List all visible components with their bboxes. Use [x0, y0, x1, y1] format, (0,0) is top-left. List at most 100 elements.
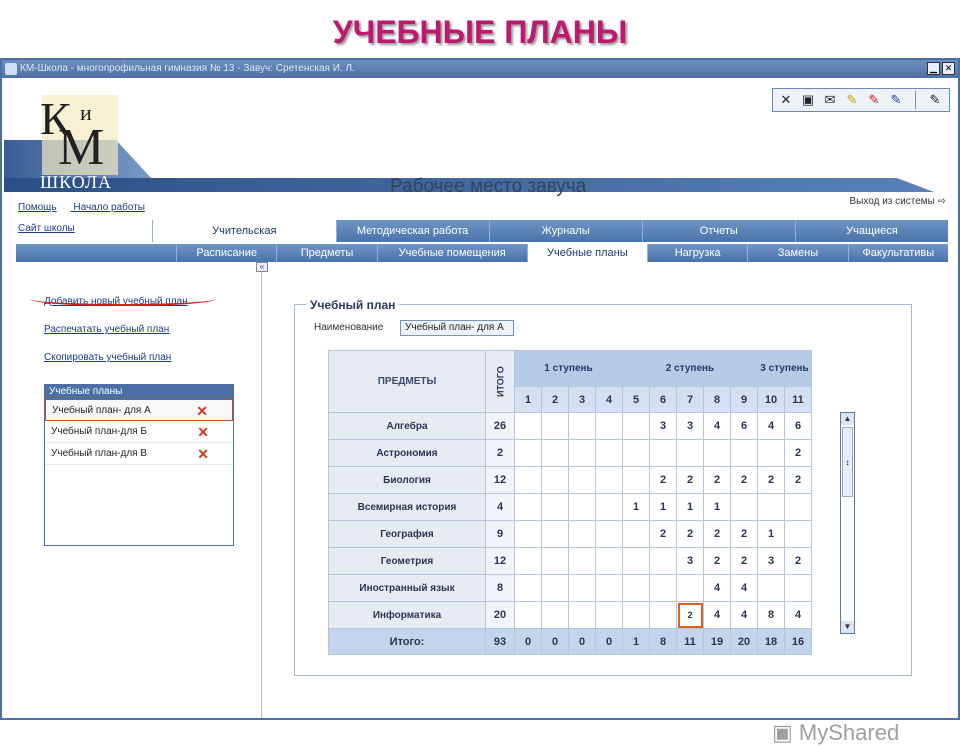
hours-cell[interactable]: 4	[757, 412, 785, 440]
hours-cell[interactable]	[757, 574, 785, 602]
hours-cell[interactable]	[595, 439, 623, 467]
table-scrollbar[interactable]: ▲ ↕ ▼	[840, 412, 855, 634]
hours-cell[interactable]	[595, 520, 623, 548]
hours-cell[interactable]: 1	[703, 493, 731, 521]
hours-cell[interactable]: 1	[649, 493, 677, 521]
hours-cell[interactable]: 1	[676, 493, 704, 521]
hours-cell[interactable]	[622, 547, 650, 575]
hours-cell[interactable]	[514, 466, 542, 494]
scroll-down-icon[interactable]: ▼	[841, 621, 854, 633]
hours-cell[interactable]	[541, 547, 569, 575]
hours-cell[interactable]	[784, 493, 812, 521]
hours-cell[interactable]	[622, 412, 650, 440]
pen-yellow-icon[interactable]: ✎	[843, 92, 861, 108]
print-plan-link[interactable]: Распечатать учебный план	[44, 324, 169, 335]
site-link[interactable]: Сайт школы	[18, 223, 75, 234]
hours-cell[interactable]	[568, 412, 596, 440]
hours-cell[interactable]: 2	[784, 466, 812, 494]
hours-cell[interactable]	[514, 493, 542, 521]
hours-cell[interactable]	[622, 520, 650, 548]
hours-cell[interactable]: 2	[730, 547, 758, 575]
hours-cell[interactable]: 4	[730, 601, 758, 629]
close-button[interactable]: ✕	[942, 62, 955, 75]
subtab-electives[interactable]: Факультативы	[847, 244, 948, 262]
hours-cell[interactable]	[541, 493, 569, 521]
hours-cell[interactable]	[514, 547, 542, 575]
tab-journals[interactable]: Журналы	[488, 220, 642, 242]
tab-students[interactable]: Учащиеся	[794, 220, 948, 242]
hours-cell[interactable]	[541, 412, 569, 440]
minimize-button[interactable]: ▁	[927, 62, 940, 75]
collapse-panel-button[interactable]: «	[256, 262, 268, 272]
hours-cell[interactable]: 2	[649, 520, 677, 548]
hours-cell[interactable]	[595, 547, 623, 575]
hours-cell[interactable]	[595, 574, 623, 602]
hours-cell[interactable]: 1	[622, 493, 650, 521]
subtab-schedule[interactable]: Расписание	[176, 244, 276, 262]
mail-icon[interactable]: ✉	[821, 92, 839, 108]
hours-cell[interactable]	[568, 547, 596, 575]
help-link[interactable]: Помощь	[18, 202, 57, 213]
hours-cell[interactable]: 4	[703, 412, 731, 440]
hours-cell[interactable]	[595, 412, 623, 440]
pen-blue-icon[interactable]: ✎	[887, 92, 905, 108]
hours-cell[interactable]: 4	[703, 601, 731, 629]
hours-cell[interactable]: 3	[649, 412, 677, 440]
hours-cell[interactable]: 4	[784, 601, 812, 629]
hours-cell[interactable]: 4	[730, 574, 758, 602]
tab-methodology[interactable]: Методическая работа	[335, 220, 489, 242]
hours-cell[interactable]	[568, 466, 596, 494]
subtab-load[interactable]: Нагрузка	[646, 244, 747, 262]
hours-cell[interactable]: 2	[784, 547, 812, 575]
hours-cell[interactable]	[595, 601, 623, 629]
hours-cell[interactable]: 2	[730, 466, 758, 494]
hours-cell[interactable]	[568, 439, 596, 467]
hours-cell[interactable]	[622, 466, 650, 494]
tab-reports[interactable]: Отчеты	[641, 220, 795, 242]
hours-cell[interactable]: 2	[784, 439, 812, 467]
hours-cell[interactable]: 2	[757, 466, 785, 494]
scroll-up-icon[interactable]: ▲	[841, 413, 854, 425]
hours-cell[interactable]	[730, 439, 758, 467]
hours-cell[interactable]	[595, 493, 623, 521]
hours-cell[interactable]: 1	[757, 520, 785, 548]
hours-cell[interactable]	[622, 601, 650, 629]
hours-cell[interactable]: 3	[676, 547, 704, 575]
hours-cell[interactable]	[757, 439, 785, 467]
name-field[interactable]: Учебный план- для А	[400, 320, 514, 336]
hours-cell[interactable]	[676, 439, 704, 467]
hours-cell[interactable]: 2	[649, 466, 677, 494]
hours-cell[interactable]	[649, 574, 677, 602]
hours-cell[interactable]	[541, 601, 569, 629]
tab-teachers-room[interactable]: Учительская	[152, 220, 336, 242]
plan-item[interactable]: Учебный план- для А ✕	[45, 399, 233, 421]
hours-cell[interactable]	[514, 520, 542, 548]
hours-cell[interactable]	[541, 574, 569, 602]
hours-cell[interactable]	[568, 493, 596, 521]
hours-cell[interactable]	[514, 574, 542, 602]
hours-cell[interactable]	[784, 520, 812, 548]
hours-cell[interactable]	[649, 439, 677, 467]
hours-cell[interactable]	[649, 601, 677, 629]
edit-icon[interactable]: ✎	[926, 92, 944, 108]
hours-cell[interactable]: 2	[703, 520, 731, 548]
hours-cell[interactable]: 2	[703, 547, 731, 575]
hours-cell[interactable]	[514, 439, 542, 467]
hours-cell[interactable]	[703, 439, 731, 467]
start-link[interactable]: Начало работы	[73, 202, 145, 213]
copy-plan-link[interactable]: Скопировать учебный план	[44, 352, 171, 363]
pen-red-icon[interactable]: ✎	[865, 92, 883, 108]
save-icon[interactable]: ▣	[799, 92, 817, 108]
hours-cell[interactable]: 2	[730, 520, 758, 548]
hours-cell[interactable]	[649, 547, 677, 575]
delete-icon[interactable]: ✕	[196, 400, 208, 422]
hours-cell[interactable]	[514, 412, 542, 440]
hours-cell[interactable]: 2	[676, 466, 704, 494]
hours-cell[interactable]	[622, 439, 650, 467]
hours-cell[interactable]: 6	[730, 412, 758, 440]
hours-cell[interactable]	[541, 520, 569, 548]
hours-cell[interactable]: 2	[676, 520, 704, 548]
hours-cell[interactable]: 2	[676, 601, 704, 629]
logout-link[interactable]: Выход из системы ⇨	[850, 196, 947, 207]
close-doc-icon[interactable]: ✕	[777, 92, 795, 108]
